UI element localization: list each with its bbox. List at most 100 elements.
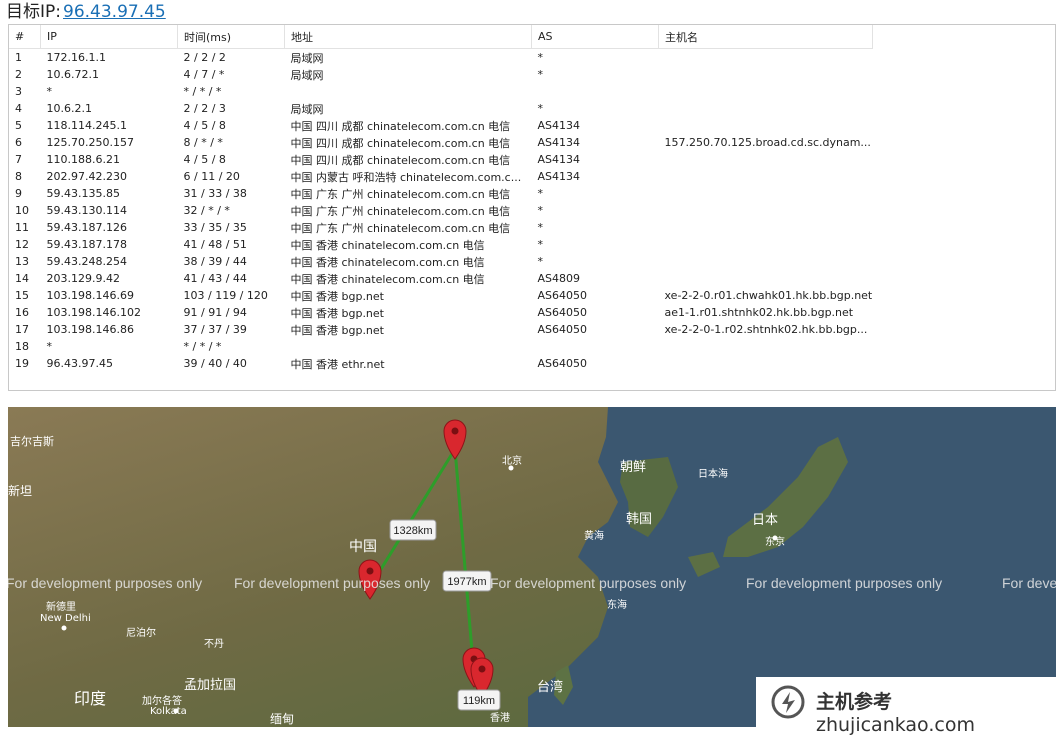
hop-time: 4 / 5 / 8: [183, 119, 226, 132]
table-row[interactable]: 4 10.6.2.1 2 / 2 / 3 局域网 *: [9, 100, 872, 117]
hop-time: 6 / 11 / 20: [183, 170, 240, 183]
dev-notice-row: For development purposes only For develo…: [8, 575, 1056, 591]
hop-ip: 59.43.187.126: [46, 221, 127, 234]
hop-ip: *: [46, 85, 53, 98]
table-row[interactable]: 18 * * / * / *: [9, 338, 872, 355]
hop-ip: 10.6.72.1: [46, 68, 99, 81]
hop-time: 103 / 119 / 120: [183, 289, 268, 302]
table-row[interactable]: 10 59.43.130.114 32 / * / * 中国 广东 广州 chinat…: [9, 202, 872, 219]
city-dot: [61, 625, 67, 631]
place-label: 黄海: [584, 529, 604, 542]
hop-ip: 202.97.42.230: [46, 170, 127, 183]
hop-number: 12: [15, 238, 29, 251]
table-row[interactable]: 7 110.188.6.21 4 / 5 / 8 中国 四川 成都 chinatele…: [9, 151, 872, 168]
table-row[interactable]: 9 59.43.135.85 31 / 33 / 38 中国 广东 广州 chinat…: [9, 185, 872, 202]
hop-hostname: [659, 168, 873, 185]
hop-address: 中国 广东 广州 chinatelecom.com.cn 电信: [290, 204, 511, 218]
hop-as: *: [537, 187, 544, 200]
hop-number: 9: [15, 187, 22, 200]
place-label: 台湾: [537, 679, 563, 695]
distance-text: 1328km: [393, 525, 432, 537]
hop-address: [285, 338, 532, 355]
column-header[interactable]: AS: [531, 25, 659, 49]
dev-notice: For development purposes only: [746, 575, 942, 591]
hop-ip: *: [46, 340, 53, 353]
table-row[interactable]: 12 59.43.187.178 41 / 48 / 51 中国 香港 chinate…: [9, 236, 872, 253]
city-dot: [173, 708, 179, 714]
place-label: 不丹: [204, 638, 224, 650]
hop-as: *: [537, 51, 544, 64]
hop-address: 局域网: [290, 68, 324, 82]
table-row[interactable]: 11 59.43.187.126 33 / 35 / 35 中国 广东 广州 chin…: [9, 219, 872, 236]
hop-as: *: [537, 68, 544, 81]
hop-hostname: [659, 49, 873, 67]
table-row[interactable]: 1 172.16.1.1 2 / 2 / 2 局域网 *: [9, 49, 872, 67]
hop-address: 中国 内蒙古 呼和浩特 chinatelecom.com.c...: [290, 170, 522, 184]
column-header[interactable]: 地址: [284, 25, 532, 49]
column-header[interactable]: IP: [40, 25, 178, 49]
place-label: New Delhi: [40, 613, 91, 624]
hop-number: 14: [15, 272, 29, 285]
hop-as: AS64050: [537, 357, 588, 370]
hop-number: 4: [15, 102, 22, 115]
table-row[interactable]: 15 103.198.146.69 103 / 119 / 120 中国 香港 bgp…: [9, 287, 872, 304]
hop-number: 19: [15, 357, 29, 370]
hop-address: 中国 香港 chinatelecom.com.cn 电信: [290, 255, 485, 269]
hop-address: 中国 香港 bgp.net: [290, 289, 385, 303]
hop-hostname: xe-2-2-0.r01.chwahk01.hk.bb.bgp.net: [664, 289, 873, 302]
table-row[interactable]: 6 125.70.250.157 8 / * / * 中国 四川 成都 chinate…: [9, 134, 872, 151]
distance-label-3: 119km: [457, 689, 501, 711]
target-ip-header: 目标IP: 96.43.97.45: [6, 0, 166, 24]
hop-as: AS64050: [537, 306, 588, 319]
distance-text: 1977km: [447, 576, 486, 588]
table-row[interactable]: 2 10.6.72.1 4 / 7 / * 局域网 *: [9, 66, 872, 83]
hop-ip: 10.6.2.1: [46, 102, 92, 115]
place-label: 朝鲜: [620, 460, 646, 475]
hop-time: 38 / 39 / 44: [183, 255, 247, 268]
table-row[interactable]: 8 202.97.42.230 6 / 11 / 20 中国 内蒙古 呼和浩特 chi…: [9, 168, 872, 185]
table-row[interactable]: 5 118.114.245.1 4 / 5 / 8 中国 四川 成都 chinatel…: [9, 117, 872, 134]
hop-as: *: [537, 255, 544, 268]
table-row[interactable]: 17 103.198.146.86 37 / 37 / 39 中国 香港 bgp.ne…: [9, 321, 872, 338]
dev-notice: For development purposes only: [490, 575, 686, 591]
table-row[interactable]: 14 203.129.9.42 41 / 43 / 44 中国 香港 chinatel…: [9, 270, 872, 287]
table-row[interactable]: 13 59.43.248.254 38 / 39 / 44 中国 香港 chinate…: [9, 253, 872, 270]
hop-as: AS64050: [537, 289, 588, 302]
table-body: 1 172.16.1.1 2 / 2 / 2 局域网 * 2 10.6.72.1 4 / 7 …: [9, 49, 872, 373]
brand-logo-icon: [771, 685, 805, 719]
hop-number: 17: [15, 323, 29, 336]
city-dot: [772, 535, 778, 541]
hop-as: *: [537, 204, 544, 217]
column-header[interactable]: #: [9, 25, 41, 49]
distance-text: 119km: [463, 695, 495, 707]
hop-address: 中国 香港 chinatelecom.com.cn 电信: [290, 238, 485, 252]
hop-address: 局域网: [290, 51, 324, 65]
hop-number: 7: [15, 153, 22, 166]
hop-hostname: [659, 185, 873, 202]
hop-as: *: [537, 238, 544, 251]
hop-time: 8 / * / *: [183, 136, 223, 149]
table-row[interactable]: 19 96.43.97.45 39 / 40 / 40 中国 香港 ethr.net A…: [9, 355, 872, 372]
hop-number: 13: [15, 255, 29, 268]
hop-time: 41 / 48 / 51: [183, 238, 247, 251]
hop-time: 32 / * / *: [183, 204, 230, 217]
hop-number: 11: [15, 221, 29, 234]
hop-as: AS4134: [537, 136, 581, 149]
hop-address: 中国 广东 广州 chinatelecom.com.cn 电信: [290, 221, 511, 235]
hop-as: *: [537, 102, 544, 115]
hop-number: 18: [15, 340, 29, 353]
hop-ip: 103.198.146.86: [46, 323, 134, 336]
column-header[interactable]: 时间(ms): [177, 25, 285, 49]
hop-address: 局域网: [290, 102, 324, 116]
table-row[interactable]: 16 103.198.146.102 91 / 91 / 94 中国 香港 bgp.n…: [9, 304, 872, 321]
hop-number: 1: [15, 51, 22, 64]
table-row[interactable]: 3 * * / * / *: [9, 83, 872, 100]
hop-hostname: [659, 151, 873, 168]
city-dot: [508, 465, 514, 471]
target-ip-link[interactable]: 96.43.97.45: [63, 2, 166, 22]
column-header[interactable]: 主机名: [658, 25, 873, 49]
place-label: 东海: [607, 598, 627, 611]
hop-hostname: [659, 355, 873, 372]
distance-label-1: 1328km: [389, 519, 437, 541]
hop-time: 31 / 33 / 38: [183, 187, 247, 200]
